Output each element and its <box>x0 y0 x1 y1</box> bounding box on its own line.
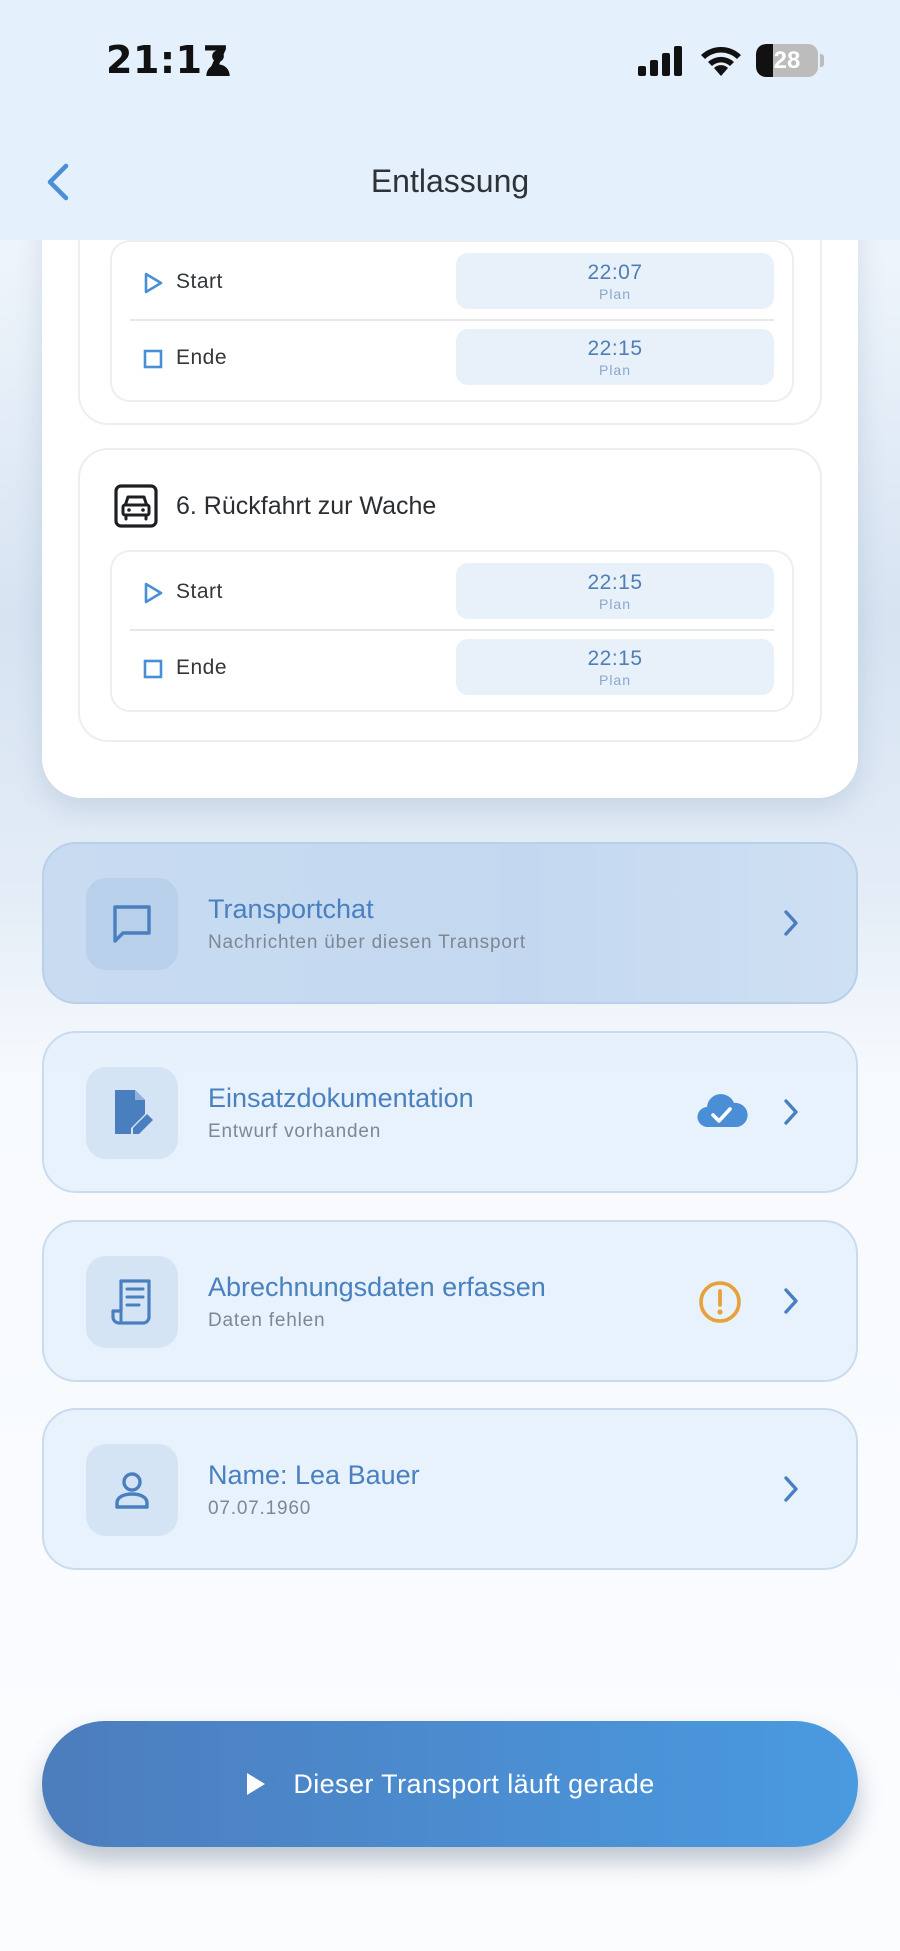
stop-icon <box>143 349 163 369</box>
time-box: Start 22:15 Plan Ende 22:15 Plan <box>110 550 794 712</box>
end-time: 22:15 <box>587 337 643 360</box>
transport-chat-card[interactable]: Transportchat Nachrichten über diesen Tr… <box>42 842 858 1004</box>
row-divider <box>130 629 774 631</box>
card-subtitle: Entwurf vorhanden <box>208 1121 382 1142</box>
transport-running-button[interactable]: Dieser Transport läuft gerade <box>42 1721 858 1847</box>
segment-header: 6. Rückfahrt zur Wache <box>114 484 436 528</box>
start-time-chip[interactable]: 22:07 Plan <box>456 253 774 309</box>
end-time: 22:15 <box>587 647 643 670</box>
start-tag: Plan <box>598 596 632 612</box>
battery-tip <box>820 54 824 67</box>
receipt-icon <box>111 1279 151 1325</box>
end-tag: Plan <box>598 672 632 688</box>
card-subtitle: 07.07.1960 <box>208 1498 312 1519</box>
start-label: Start <box>176 580 223 603</box>
icon-tile <box>86 1444 178 1536</box>
card-title: Einsatzdokumentation <box>208 1083 474 1113</box>
time-box: Start 22:07 Plan Ende 22:15 Plan <box>110 240 794 402</box>
card-subtitle: Daten fehlen <box>208 1310 326 1331</box>
start-row: Start 22:15 Plan <box>130 556 774 632</box>
battery-icon: 28 <box>756 44 818 77</box>
battery-level: 28 <box>773 47 801 74</box>
card-title: Transportchat <box>208 894 374 924</box>
page-title: Entlassung <box>370 163 530 199</box>
end-label: Ende <box>176 346 228 369</box>
warning-icon <box>699 1281 741 1323</box>
end-tag: Plan <box>598 362 632 378</box>
card-title: Abrechnungsdaten erfassen <box>208 1272 546 1302</box>
chat-icon <box>113 905 151 943</box>
play-icon <box>247 1773 266 1795</box>
segment-title: 6. Rückfahrt zur Wache <box>176 491 437 520</box>
chevron-right-icon <box>784 1288 798 1314</box>
end-time-chip[interactable]: 22:15 Plan <box>456 329 774 385</box>
chevron-right-icon <box>784 1476 798 1502</box>
billing-data-card[interactable]: Abrechnungsdaten erfassen Daten fehlen <box>42 1220 858 1382</box>
start-time-chip[interactable]: 22:15 Plan <box>456 563 774 619</box>
top-bar: 21:17 28 Entlassung <box>0 0 900 240</box>
cloud-check-icon <box>697 1094 748 1128</box>
play-icon <box>144 272 163 294</box>
end-row: Ende 22:15 Plan <box>130 322 774 398</box>
document-edit-icon <box>115 1090 153 1134</box>
cta-label: Dieser Transport läuft gerade <box>293 1768 655 1799</box>
chevron-right-icon <box>784 910 798 936</box>
start-row: Start 22:07 Plan <box>130 246 774 322</box>
end-time-chip[interactable]: 22:15 Plan <box>456 639 774 695</box>
person-icon <box>115 1472 149 1509</box>
icon-tile <box>86 878 178 970</box>
person-icon <box>206 50 230 76</box>
car-icon <box>114 484 158 528</box>
start-time: 22:07 <box>587 261 643 284</box>
icon-tile <box>86 1256 178 1348</box>
start-label: Start <box>176 270 223 293</box>
chevron-right-icon <box>784 1099 798 1125</box>
row-divider <box>130 319 774 321</box>
card-subtitle: Nachrichten über diesen Transport <box>208 932 526 953</box>
end-label: Ende <box>176 656 228 679</box>
segment-card-return: 6. Rückfahrt zur Wache Start 22:15 Plan … <box>78 448 822 742</box>
end-row: Ende 22:15 Plan <box>130 632 774 708</box>
patient-card[interactable]: Name: Lea Bauer 07.07.1960 <box>42 1408 858 1570</box>
start-tag: Plan <box>598 286 632 302</box>
card-title: Name: Lea Bauer <box>208 1460 420 1490</box>
stop-icon <box>143 659 163 679</box>
documentation-card[interactable]: Einsatzdokumentation Entwurf vorhanden <box>42 1031 858 1193</box>
transport-segments-card: Start 22:07 Plan Ende 22:15 Plan 6. Rück… <box>42 70 858 798</box>
wifi-icon <box>701 47 741 76</box>
start-time: 22:15 <box>587 571 643 594</box>
play-icon <box>144 582 163 604</box>
icon-tile <box>86 1067 178 1159</box>
cellular-signal-icon <box>638 46 682 76</box>
